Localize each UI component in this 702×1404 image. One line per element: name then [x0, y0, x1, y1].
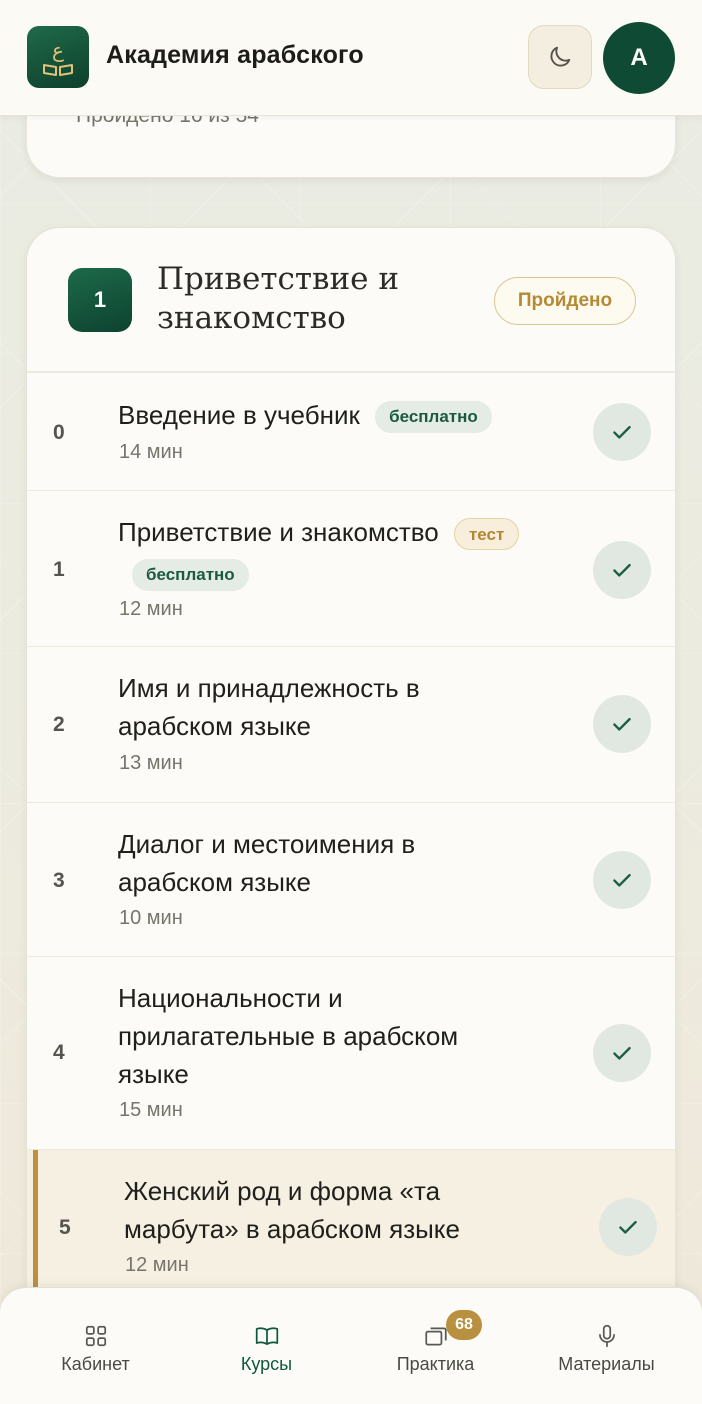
nav-item-practice[interactable]: 68 Практика: [348, 1288, 523, 1404]
app-header: ع Академия арабского А: [0, 0, 702, 116]
lesson-index: 1: [53, 558, 65, 581]
lesson-duration: 13 мин: [119, 752, 183, 774]
lesson-index: 0: [53, 421, 65, 444]
check-icon: [613, 717, 631, 731]
logo-glyph: ع: [52, 38, 64, 62]
book-icon: [255, 1327, 278, 1345]
module-card: 1 Приветствие и знакомство Пройдено 0 Вв…: [26, 227, 676, 1317]
nav-label: Практика: [396, 1354, 475, 1374]
avatar[interactable]: А: [603, 22, 675, 94]
check-icon: [613, 425, 631, 439]
lesson-title: Женский род и форма «та марбута» в арабс…: [124, 1176, 460, 1244]
practice-count-badge: 68: [446, 1310, 482, 1340]
logo-book-icon: ع: [43, 38, 73, 76]
nav-label: Курсы: [240, 1354, 293, 1374]
lesson-title: Введение в учебник: [118, 400, 360, 430]
module-status-badge: Пройдено: [494, 277, 636, 325]
completed-check: [593, 403, 651, 461]
lesson-duration: 10 мин: [119, 907, 183, 929]
nav-item-dashboard[interactable]: Кабинет: [8, 1288, 183, 1404]
completed-check: [593, 541, 651, 599]
nav-item-courses[interactable]: Курсы: [179, 1288, 354, 1404]
moon-icon: [550, 46, 571, 67]
lesson-title: Приветствие и знакомство: [118, 517, 439, 547]
nav-label: Материалы: [558, 1354, 655, 1374]
check-icon: [613, 563, 631, 577]
lesson-title-row: Приветствие и знакомство тест: [118, 513, 588, 551]
completed-check: [593, 1024, 651, 1082]
lesson-title: Национальности и прилагательные в арабск…: [118, 983, 459, 1089]
lesson-duration: 12 мин: [119, 598, 183, 620]
microphone-icon: [598, 1324, 615, 1348]
lesson-index: 5: [59, 1216, 71, 1239]
app-title: Академия арабского: [106, 41, 364, 69]
free-tag: бесплатно: [375, 401, 492, 434]
lesson-row[interactable]: 0 Введение в учебник бесплатно 14 мин: [27, 373, 675, 491]
lesson-index: 2: [53, 713, 65, 736]
lesson-duration: 14 мин: [119, 441, 183, 463]
module-header[interactable]: 1 Приветствие и знакомство Пройдено: [27, 228, 675, 373]
completed-check: [599, 1198, 657, 1256]
lesson-row[interactable]: 1 Приветствие и знакомство тест бесплатн…: [27, 491, 675, 647]
nav-item-materials[interactable]: Материалы: [519, 1288, 694, 1404]
module-title: Приветствие и знакомство: [157, 261, 399, 336]
cards-icon: [424, 1327, 447, 1346]
test-tag: тест: [453, 518, 520, 551]
check-icon: [613, 873, 631, 887]
completed-check: [593, 695, 651, 753]
lesson-row[interactable]: 4 Национальности и прилагательные в араб…: [27, 957, 675, 1150]
completed-check: [593, 851, 651, 909]
lesson-title: Имя и принадлежность в арабском языке: [118, 673, 420, 741]
lesson-index: 3: [53, 869, 65, 892]
lesson-index: 4: [53, 1041, 65, 1064]
theme-toggle-button[interactable]: [528, 25, 592, 89]
nav-label: Кабинет: [61, 1354, 130, 1374]
module-number: 1: [68, 268, 132, 332]
lesson-title: Диалог и местоимения в арабском языке: [118, 829, 416, 897]
lesson-row[interactable]: 3 Диалог и местоимения в арабском языке …: [27, 803, 675, 957]
lesson-tags: бесплатно: [132, 559, 249, 591]
lesson-duration: 12 мин: [125, 1254, 189, 1276]
lesson-title-row: Введение в учебник бесплатно: [118, 396, 492, 434]
bottom-nav: Кабинет Курсы 68 Практика Материалы: [0, 1287, 702, 1404]
free-tag: бесплатно: [132, 559, 249, 591]
check-icon: [613, 1046, 631, 1060]
logo[interactable]: ع: [27, 26, 89, 88]
check-icon: [619, 1220, 637, 1234]
lesson-duration: 15 мин: [119, 1099, 183, 1121]
lesson-row[interactable]: 2 Имя и принадлежность в арабском языке …: [27, 647, 675, 803]
grid-icon: [85, 1325, 106, 1347]
